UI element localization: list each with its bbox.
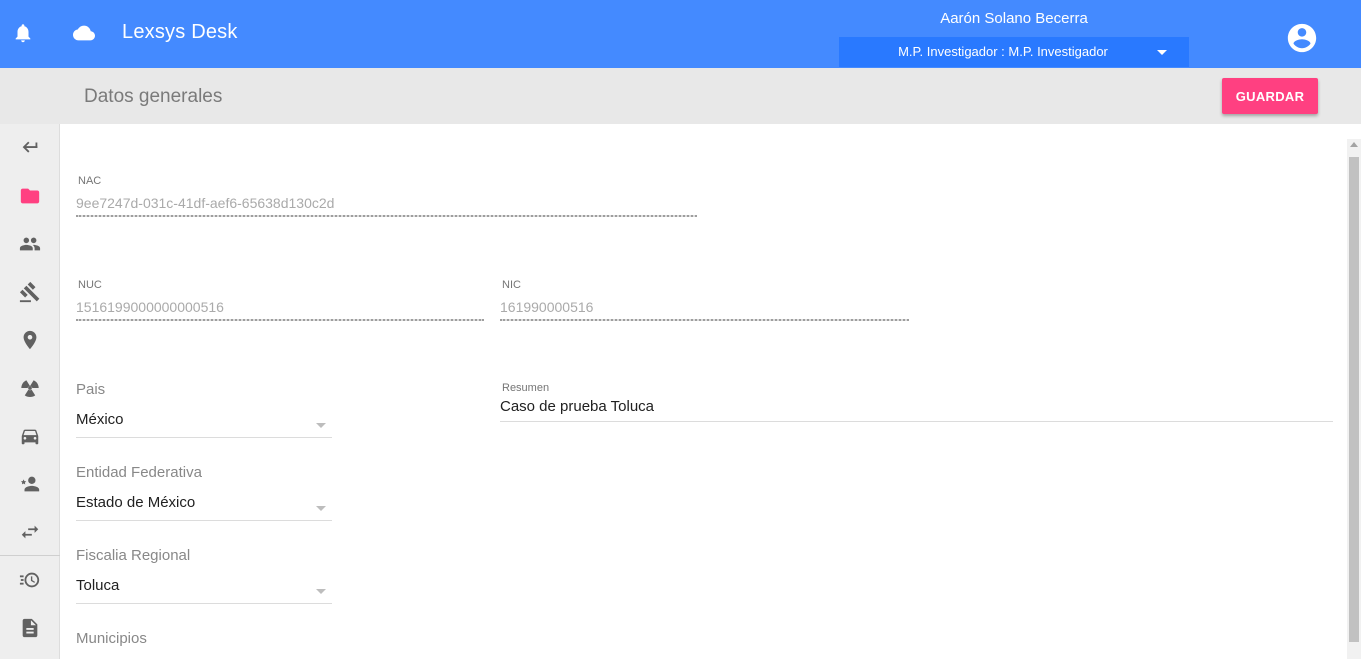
save-button[interactable]: GUARDAR bbox=[1222, 78, 1318, 114]
user-name: Aarón Solano Becerra bbox=[940, 10, 1088, 27]
location-pin-icon bbox=[23, 330, 37, 350]
sidebar-item-location[interactable] bbox=[0, 316, 60, 364]
pais-select-field: Pais México bbox=[76, 381, 332, 438]
resumen-input[interactable]: Caso de prueba Toluca bbox=[500, 398, 1333, 415]
people-icon bbox=[19, 237, 41, 251]
resumen-field[interactable]: Resumen Caso de prueba Toluca bbox=[500, 382, 1333, 422]
cloud-icon[interactable] bbox=[70, 22, 98, 44]
nac-underline bbox=[76, 215, 697, 217]
sidebar-item-hazard[interactable] bbox=[0, 364, 60, 412]
municipios-select-field[interactable]: Municipios bbox=[76, 630, 332, 647]
scroll-up-icon[interactable] bbox=[1350, 142, 1358, 147]
fiscalia-underline bbox=[76, 603, 332, 604]
chevron-down-icon bbox=[316, 506, 326, 511]
radioactive-icon bbox=[21, 380, 39, 397]
role-select[interactable]: M.P. Investigador : M.P. Investigador bbox=[839, 37, 1189, 67]
sidebar-item-swap[interactable] bbox=[0, 508, 60, 556]
sidebar-item-vehicle[interactable] bbox=[0, 412, 60, 460]
sidebar-item-document[interactable] bbox=[0, 604, 60, 652]
nac-field: NAC 9ee7247d-031c-41df-aef6-65638d130c2d bbox=[76, 175, 697, 217]
chevron-down-icon bbox=[316, 589, 326, 594]
gavel-icon bbox=[19, 281, 40, 303]
main-content: NAC 9ee7247d-031c-41df-aef6-65638d130c2d… bbox=[60, 124, 1347, 659]
nuc-value: 1516199000000000516 bbox=[76, 299, 224, 315]
entidad-label: Entidad Federativa bbox=[76, 464, 202, 481]
chevron-down-icon bbox=[316, 423, 326, 428]
nic-field: NIC 161990000516 bbox=[500, 279, 909, 321]
sidebar-item-people[interactable] bbox=[0, 220, 60, 268]
bell-icon[interactable] bbox=[12, 22, 34, 44]
nic-value: 161990000516 bbox=[500, 299, 594, 315]
page-header: Datos generales GUARDAR bbox=[0, 68, 1361, 124]
nuc-field: NUC 1516199000000000516 bbox=[76, 279, 484, 321]
fiscalia-select-field: Fiscalia Regional Toluca bbox=[76, 547, 332, 604]
nuc-label: NUC bbox=[78, 279, 102, 291]
car-icon bbox=[21, 429, 39, 445]
back-arrow-icon bbox=[22, 141, 38, 153]
nic-label: NIC bbox=[502, 279, 521, 291]
page-title: Datos generales bbox=[84, 86, 223, 107]
sidebar bbox=[0, 124, 60, 659]
fiscalia-value: Toluca bbox=[76, 577, 120, 594]
role-select-value: M.P. Investigador : M.P. Investigador bbox=[898, 44, 1108, 59]
nuc-underline bbox=[76, 319, 484, 321]
document-icon bbox=[22, 618, 38, 638]
folder-icon bbox=[20, 188, 40, 204]
top-app-bar: Lexsys Desk Aarón Solano Becerra M.P. In… bbox=[0, 0, 1361, 68]
chevron-down-icon bbox=[1157, 50, 1167, 55]
person-star-icon bbox=[20, 476, 40, 492]
municipios-label: Municipios bbox=[76, 630, 147, 647]
history-icon bbox=[19, 572, 40, 588]
pais-underline bbox=[76, 437, 332, 438]
pais-select[interactable]: México bbox=[76, 411, 332, 435]
sidebar-item-back[interactable] bbox=[0, 124, 60, 172]
sidebar-item-gavel[interactable] bbox=[0, 268, 60, 316]
entidad-value: Estado de México bbox=[76, 494, 196, 511]
pais-label: Pais bbox=[76, 381, 106, 398]
app-title: Lexsys Desk bbox=[122, 21, 238, 43]
vertical-scrollbar[interactable] bbox=[1347, 139, 1361, 659]
entidad-underline bbox=[76, 520, 332, 521]
account-circle-icon[interactable] bbox=[1285, 21, 1319, 55]
nac-value: 9ee7247d-031c-41df-aef6-65638d130c2d bbox=[76, 195, 335, 211]
sidebar-item-person-star[interactable] bbox=[0, 460, 60, 508]
entidad-select[interactable]: Estado de México bbox=[76, 494, 332, 518]
nic-underline bbox=[500, 319, 909, 321]
nac-label: NAC bbox=[78, 175, 102, 187]
resumen-underline bbox=[500, 421, 1333, 422]
swap-arrows-icon bbox=[21, 525, 39, 539]
fiscalia-select[interactable]: Toluca bbox=[76, 577, 332, 601]
resumen-label: Resumen bbox=[502, 382, 550, 394]
entidad-select-field: Entidad Federativa Estado de México bbox=[76, 464, 332, 521]
pais-value: México bbox=[76, 411, 124, 428]
scrollbar-thumb[interactable] bbox=[1349, 157, 1359, 642]
fiscalia-label: Fiscalia Regional bbox=[76, 547, 191, 564]
sidebar-item-folder[interactable] bbox=[0, 172, 60, 220]
sidebar-item-history[interactable] bbox=[0, 556, 60, 604]
